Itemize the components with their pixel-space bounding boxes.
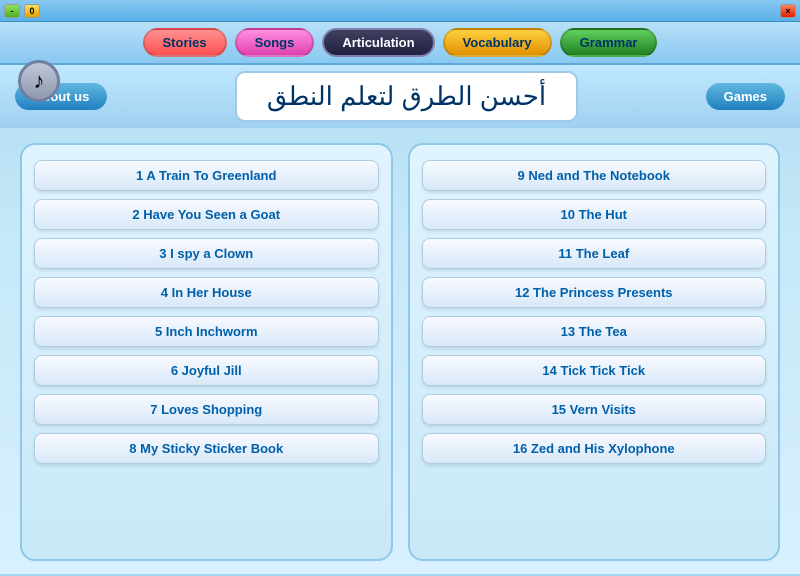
nav-articulation-button[interactable]: Articulation <box>322 28 434 57</box>
middle-bar: About us أحسن الطرق لتعلم النطق Games <box>0 65 800 128</box>
nav-stories-button[interactable]: Stories <box>143 28 227 57</box>
nav-bar: Stories Songs Articulation Vocabulary Gr… <box>0 22 800 65</box>
right-story-item-9[interactable]: 9 Ned and The Notebook <box>422 160 767 191</box>
left-story-item-5[interactable]: 5 Inch Inchworm <box>34 316 379 347</box>
left-story-item-4[interactable]: 4 In Her House <box>34 277 379 308</box>
nav-songs-button[interactable]: Songs <box>235 28 315 57</box>
right-story-item-14[interactable]: 14 Tick Tick Tick <box>422 355 767 386</box>
music-icon: ♪ <box>18 60 60 102</box>
left-story-item-7[interactable]: 7 Loves Shopping <box>34 394 379 425</box>
app-title: أحسن الطرق لتعلم النطق <box>235 71 578 122</box>
right-story-item-16[interactable]: 16 Zed and His Xylophone <box>422 433 767 464</box>
right-story-item-12[interactable]: 12 The Princess Presents <box>422 277 767 308</box>
right-story-item-10[interactable]: 10 The Hut <box>422 199 767 230</box>
left-story-item-2[interactable]: 2 Have You Seen a Goat <box>34 199 379 230</box>
nav-vocabulary-button[interactable]: Vocabulary <box>443 28 552 57</box>
title-bar: - 0 × <box>0 0 800 22</box>
close-button[interactable]: × <box>780 4 796 18</box>
right-story-item-15[interactable]: 15 Vern Visits <box>422 394 767 425</box>
content-area: 1 A Train To Greenland 2 Have You Seen a … <box>0 128 800 576</box>
left-story-item-8[interactable]: 8 My Sticky Sticker Book <box>34 433 379 464</box>
restore-button[interactable]: 0 <box>24 4 40 18</box>
left-list-panel: 1 A Train To Greenland 2 Have You Seen a … <box>20 143 393 561</box>
minimize-button[interactable]: - <box>4 4 20 18</box>
nav-grammar-button[interactable]: Grammar <box>560 28 658 57</box>
right-list-panel: 9 Ned and The Notebook 10 The Hut 11 The L… <box>408 143 781 561</box>
left-story-item-3[interactable]: 3 I spy a Clown <box>34 238 379 269</box>
title-bar-controls-right: × <box>780 4 796 18</box>
left-story-item-1[interactable]: 1 A Train To Greenland <box>34 160 379 191</box>
right-story-item-11[interactable]: 11 The Leaf <box>422 238 767 269</box>
left-story-item-6[interactable]: 6 Joyful Jill <box>34 355 379 386</box>
title-bar-controls-left: - 0 <box>4 4 40 18</box>
right-story-item-13[interactable]: 13 The Tea <box>422 316 767 347</box>
games-button[interactable]: Games <box>706 83 785 110</box>
